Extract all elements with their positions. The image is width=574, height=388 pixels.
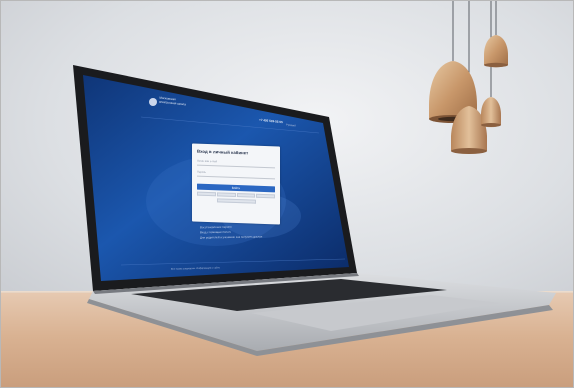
password-field[interactable]: Пароль [197, 170, 275, 180]
login-secondary-button[interactable] [216, 198, 256, 204]
login-title: Вход в личный кабинет [197, 148, 249, 156]
screen-link-1[interactable]: Восстановление пароля [200, 225, 232, 230]
login-option-tab[interactable] [197, 191, 216, 197]
photo-scene: Московская электронная школа +7 495 539-… [0, 0, 574, 388]
login-field[interactable]: Логин или e-mail [197, 159, 275, 169]
login-options [197, 191, 275, 199]
laptop [73, 65, 556, 356]
login-option-tab[interactable] [216, 192, 236, 197]
login-option-tab[interactable] [236, 193, 256, 198]
login-option-tab[interactable] [256, 193, 275, 199]
screen-link-2[interactable]: Вход с помощью mos.ru [200, 230, 231, 235]
login-panel: Вход в личный кабинет Логин или e-mail П… [192, 143, 280, 225]
